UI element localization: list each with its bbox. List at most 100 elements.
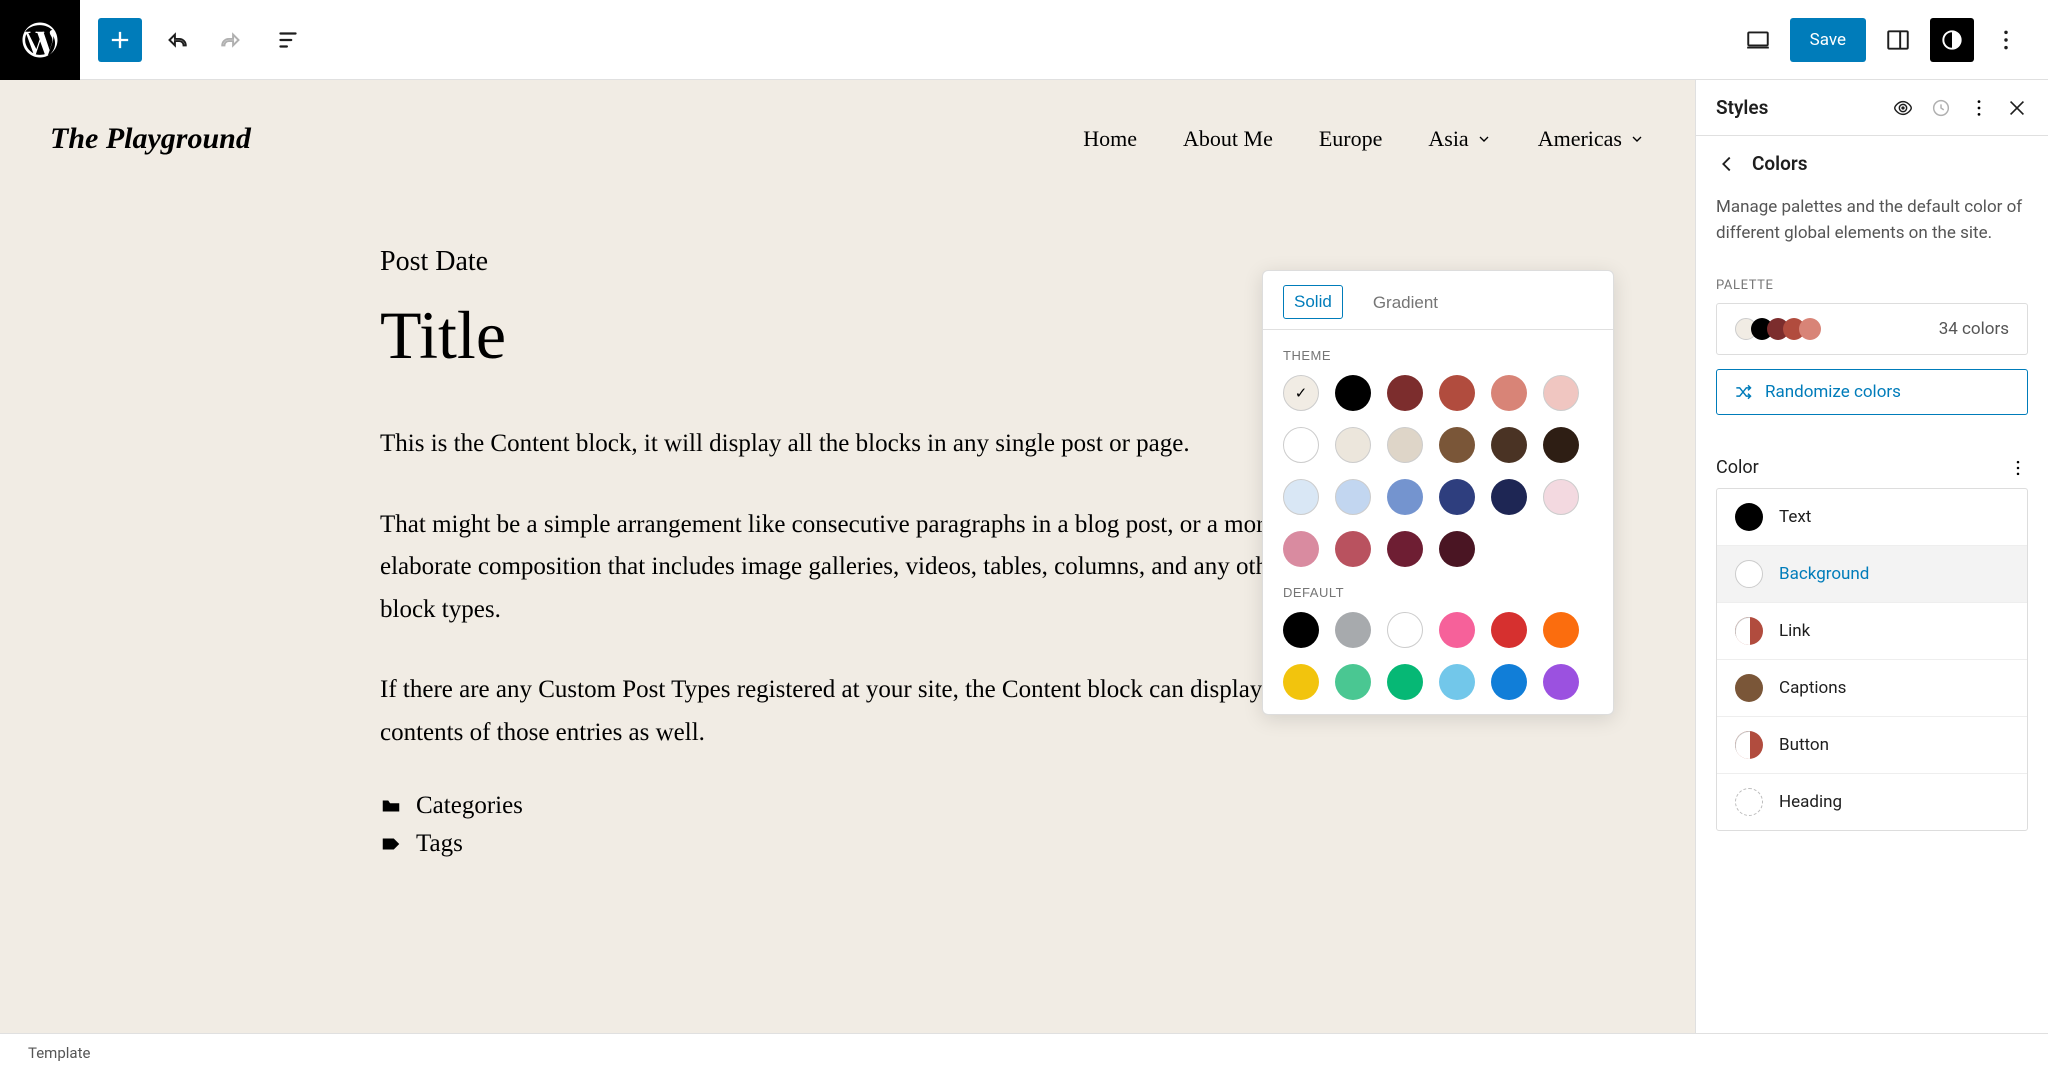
color-indicator xyxy=(1735,617,1763,645)
back-icon[interactable] xyxy=(1716,153,1738,175)
tab-solid[interactable]: Solid xyxy=(1283,285,1343,319)
theme-color-swatch[interactable] xyxy=(1387,427,1423,463)
nav-item-europe[interactable]: Europe xyxy=(1319,126,1383,152)
theme-color-swatch[interactable] xyxy=(1439,375,1475,411)
color-indicator xyxy=(1735,788,1763,816)
color-row-label: Heading xyxy=(1779,792,1842,812)
undo-button[interactable] xyxy=(154,18,198,62)
topbar-right-tools: Save xyxy=(1736,18,2048,62)
shuffle-icon xyxy=(1733,382,1753,402)
block-inserter-button[interactable] xyxy=(98,18,142,62)
document-overview-button[interactable] xyxy=(266,18,310,62)
options-menu-button[interactable] xyxy=(1984,18,2028,62)
theme-color-swatch[interactable] xyxy=(1387,479,1423,515)
color-row-heading[interactable]: Heading xyxy=(1717,774,2027,830)
post-tags[interactable]: Tags xyxy=(380,830,1315,858)
theme-color-swatch[interactable] xyxy=(1543,479,1579,515)
theme-color-swatch[interactable] xyxy=(1543,427,1579,463)
default-color-swatch[interactable] xyxy=(1491,664,1527,700)
content-paragraph[interactable]: That might be a simple arrangement like … xyxy=(380,504,1315,632)
content-paragraph[interactable]: This is the Content block, it will displ… xyxy=(380,423,1315,466)
theme-color-swatch[interactable] xyxy=(1491,375,1527,411)
default-color-swatch[interactable] xyxy=(1491,612,1527,648)
styles-button[interactable] xyxy=(1930,18,1974,62)
default-color-swatch[interactable] xyxy=(1335,612,1371,648)
settings-sidebar-toggle[interactable] xyxy=(1876,18,1920,62)
nav-item-home[interactable]: Home xyxy=(1083,126,1137,152)
nav-item-asia[interactable]: Asia xyxy=(1428,126,1491,152)
revisions-icon[interactable] xyxy=(1930,97,1952,119)
theme-color-swatch[interactable] xyxy=(1283,479,1319,515)
tag-icon xyxy=(380,833,402,855)
theme-color-swatch[interactable] xyxy=(1387,375,1423,411)
default-color-swatch[interactable] xyxy=(1439,612,1475,648)
theme-color-swatch[interactable] xyxy=(1335,375,1371,411)
default-color-swatch[interactable] xyxy=(1543,612,1579,648)
breadcrumb-root[interactable]: Template xyxy=(28,1044,90,1062)
color-row-label: Text xyxy=(1779,507,1811,527)
editor-canvas[interactable]: The Playground Home About Me Europe Asia… xyxy=(0,80,1695,1071)
default-colors-label: DEFAULT xyxy=(1263,567,1613,612)
color-indicator xyxy=(1735,560,1763,588)
color-row-captions[interactable]: Captions xyxy=(1717,660,2027,717)
sidebar-subtitle: Colors xyxy=(1752,152,1807,175)
randomize-colors-button[interactable]: Randomize colors xyxy=(1716,369,2028,415)
color-indicator xyxy=(1735,674,1763,702)
content-paragraph[interactable]: If there are any Custom Post Types regis… xyxy=(380,669,1315,754)
theme-color-swatch[interactable] xyxy=(1283,427,1319,463)
more-icon[interactable] xyxy=(1968,97,1990,119)
theme-color-swatch[interactable] xyxy=(1491,479,1527,515)
default-color-swatch[interactable] xyxy=(1387,664,1423,700)
redo-button[interactable] xyxy=(210,18,254,62)
post-title-block[interactable]: Title xyxy=(380,296,1315,375)
view-button[interactable] xyxy=(1736,18,1780,62)
theme-color-swatch[interactable] xyxy=(1439,427,1475,463)
theme-color-swatch[interactable] xyxy=(1335,479,1371,515)
color-row-button[interactable]: Button xyxy=(1717,717,2027,774)
theme-color-swatch[interactable] xyxy=(1439,479,1475,515)
theme-color-swatch[interactable] xyxy=(1283,531,1319,567)
save-button[interactable]: Save xyxy=(1790,18,1866,62)
post-categories[interactable]: Categories xyxy=(380,792,1315,820)
theme-color-swatch[interactable] xyxy=(1283,375,1319,411)
color-row-label: Link xyxy=(1779,621,1810,641)
theme-color-swatch[interactable] xyxy=(1387,531,1423,567)
theme-color-swatch[interactable] xyxy=(1491,427,1527,463)
site-navigation: Home About Me Europe Asia Americas xyxy=(1083,126,1645,152)
color-picker-popover: Solid Gradient THEME DEFAULT xyxy=(1262,270,1614,715)
topbar-left-tools xyxy=(80,18,310,62)
theme-color-swatch[interactable] xyxy=(1335,427,1371,463)
breadcrumb-bar: Template xyxy=(0,1033,2048,1071)
nav-item-about[interactable]: About Me xyxy=(1183,126,1273,152)
folder-icon xyxy=(380,795,402,817)
default-color-swatch[interactable] xyxy=(1283,664,1319,700)
close-icon[interactable] xyxy=(2006,97,2028,119)
color-indicator xyxy=(1735,503,1763,531)
default-color-swatch[interactable] xyxy=(1439,664,1475,700)
default-color-swatch[interactable] xyxy=(1283,612,1319,648)
theme-color-swatch[interactable] xyxy=(1543,375,1579,411)
post-date-block[interactable]: Post Date xyxy=(380,246,1315,278)
palette-mini-swatch xyxy=(1799,318,1821,340)
default-swatch-grid xyxy=(1263,612,1613,700)
default-color-swatch[interactable] xyxy=(1543,664,1579,700)
color-row-link[interactable]: Link xyxy=(1717,603,2027,660)
topbar: Save xyxy=(0,0,2048,80)
color-options-icon[interactable] xyxy=(2008,458,2028,478)
palette-edit-button[interactable]: 34 colors xyxy=(1716,303,2028,355)
nav-item-americas[interactable]: Americas xyxy=(1538,126,1645,152)
theme-color-swatch[interactable] xyxy=(1335,531,1371,567)
site-title[interactable]: The Playground xyxy=(50,122,251,156)
default-color-swatch[interactable] xyxy=(1335,664,1371,700)
wordpress-logo[interactable] xyxy=(0,0,80,80)
theme-color-swatch[interactable] xyxy=(1439,531,1475,567)
color-row-text[interactable]: Text xyxy=(1717,489,2027,546)
color-rows-list: Text Background Link Captions Button Heading xyxy=(1716,488,2028,831)
chevron-down-icon xyxy=(1629,131,1645,147)
color-row-label: Captions xyxy=(1779,678,1846,698)
color-row-background[interactable]: Background xyxy=(1717,546,2027,603)
tab-gradient[interactable]: Gradient xyxy=(1365,285,1446,329)
default-color-swatch[interactable] xyxy=(1387,612,1423,648)
style-book-icon[interactable] xyxy=(1892,97,1914,119)
styles-sidebar: Styles Colors Manage palettes and the de… xyxy=(1695,80,2048,1071)
